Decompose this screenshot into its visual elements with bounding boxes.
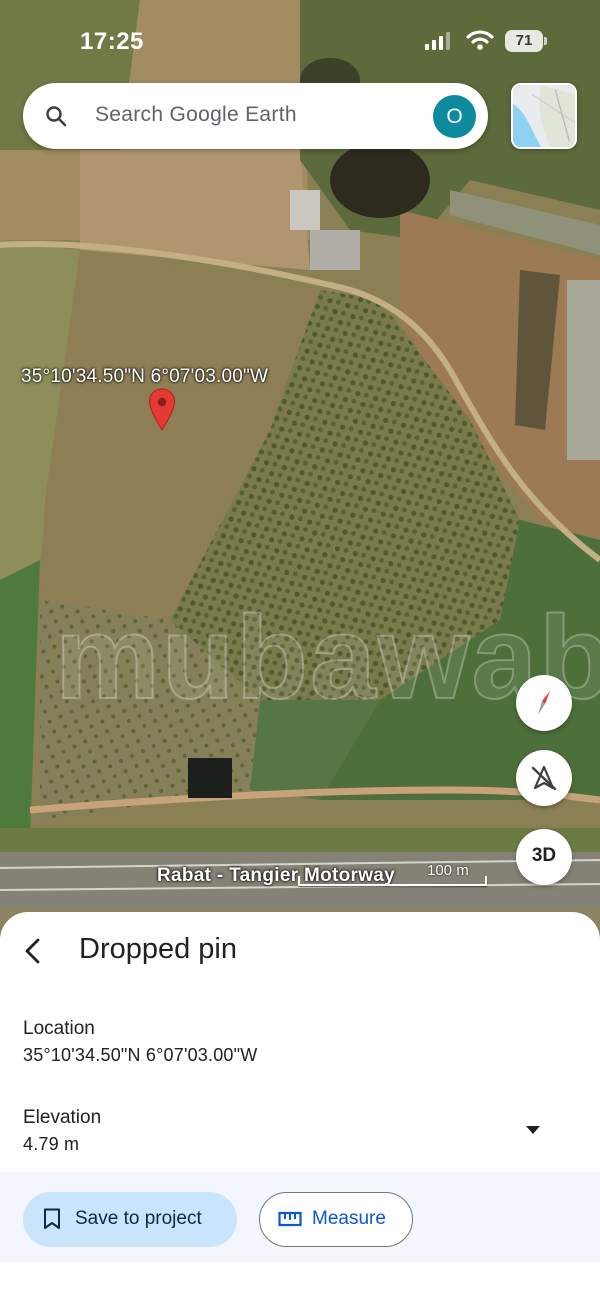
status-bar: 17:25 71 bbox=[0, 0, 600, 80]
location-label: Location bbox=[23, 1018, 95, 1039]
chevron-down-icon[interactable] bbox=[524, 1124, 542, 1136]
bookmark-icon bbox=[44, 1208, 60, 1229]
search-icon[interactable] bbox=[44, 104, 68, 128]
signal-icon bbox=[425, 32, 450, 50]
account-avatar[interactable]: O bbox=[433, 95, 476, 138]
save-button-label: Save to project bbox=[75, 1208, 202, 1229]
map-pin-icon[interactable] bbox=[148, 388, 176, 432]
search-input[interactable]: Search Google Earth bbox=[95, 103, 297, 127]
measure-button-label: Measure bbox=[312, 1208, 386, 1229]
3d-toggle-button[interactable]: 3D bbox=[516, 829, 572, 885]
scale-bar bbox=[298, 876, 487, 886]
save-to-project-button[interactable]: Save to project bbox=[23, 1192, 237, 1247]
3d-label: 3D bbox=[531, 845, 557, 866]
battery-level: 71 bbox=[515, 32, 533, 49]
compass-icon bbox=[538, 691, 550, 715]
compass-button[interactable] bbox=[516, 675, 572, 731]
back-arrow-icon[interactable] bbox=[20, 937, 46, 965]
ruler-icon bbox=[278, 1211, 302, 1227]
sheet-title: Dropped pin bbox=[79, 933, 237, 965]
tilt-icon bbox=[531, 765, 557, 791]
location-value: 35°10'34.50"N 6°07'03.00"W bbox=[23, 1045, 258, 1065]
wifi-icon bbox=[466, 30, 494, 50]
elevation-label: Elevation bbox=[23, 1107, 102, 1128]
status-time: 17:25 bbox=[80, 28, 144, 55]
satellite-map[interactable]: 17:25 71 Search Google Earth O 35°10'34.… bbox=[0, 0, 600, 940]
layers-icon bbox=[513, 85, 575, 147]
pin-coordinates-label: 35°10'34.50"N 6°07'03.00"W bbox=[21, 366, 269, 387]
measure-button[interactable]: Measure bbox=[259, 1192, 413, 1247]
layers-button[interactable] bbox=[511, 83, 577, 149]
tilt-button[interactable] bbox=[516, 750, 572, 806]
battery-icon: 71 bbox=[505, 30, 547, 52]
elevation-value: 4.79 m bbox=[23, 1134, 80, 1154]
